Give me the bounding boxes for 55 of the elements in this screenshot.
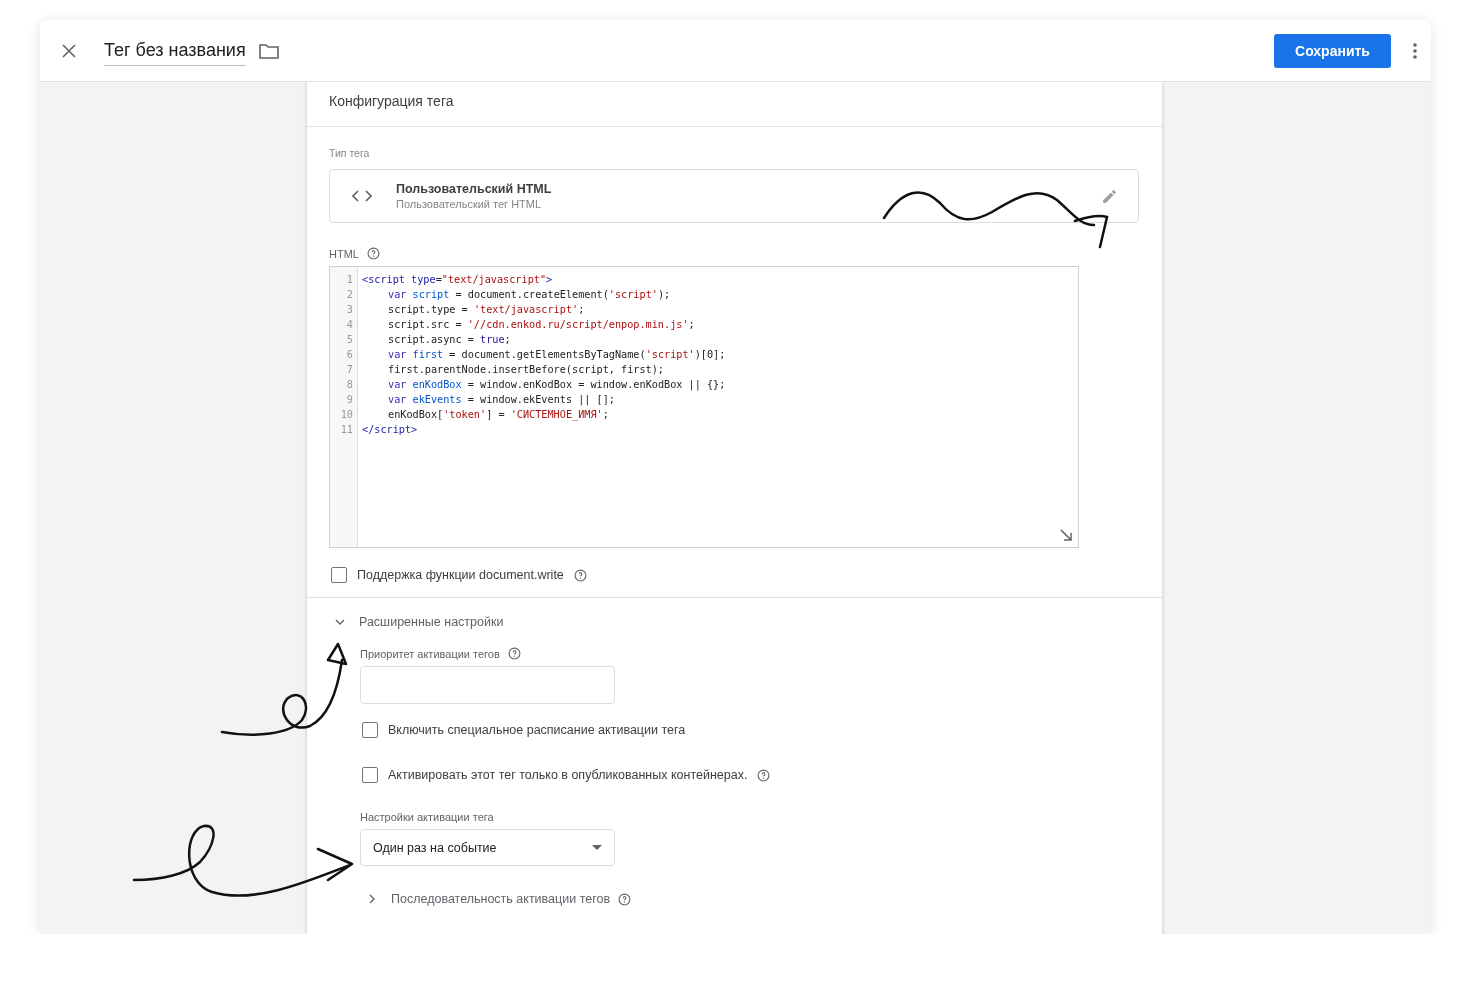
more-menu-icon[interactable]: [1413, 42, 1417, 59]
pencil-icon[interactable]: [1101, 187, 1118, 205]
help-icon[interactable]: [366, 247, 380, 260]
help-icon[interactable]: [757, 768, 771, 782]
code-line: var script = document.createElement('script');: [387, 288, 672, 302]
code-editor[interactable]: [329, 266, 1079, 548]
code-icon: [352, 190, 372, 202]
line-number: 7: [345, 363, 354, 377]
checkbox[interactable]: [362, 767, 378, 783]
checkbox-label: Включить специальное расписание активации тега: [388, 723, 686, 737]
code-line: enKodBox['token'] = 'СИСТЕМНОЕ_ИМЯ';: [387, 408, 610, 422]
line-number: 8: [345, 378, 354, 392]
code-line: var enKodBox = window.enKodBox = window.enKodBox || {};: [387, 378, 726, 392]
line-number: 11: [339, 423, 354, 437]
code-line: </script>: [362, 423, 419, 437]
line-number: 5: [345, 333, 354, 347]
code-line: var first = document.getElementsByTagName('script')[0];: [387, 348, 726, 362]
tag-name-field[interactable]: Тег без названия: [104, 39, 246, 66]
checkbox-label: Поддержка функции document.write: [357, 568, 564, 582]
resize-handle-icon[interactable]: [1060, 529, 1072, 541]
line-number: 9: [345, 393, 354, 407]
line-number: 1: [345, 273, 354, 287]
line-number: 4: [345, 318, 354, 332]
code-line: var ekEvents = window.ekEvents || [];: [387, 393, 616, 407]
checkbox-label: Активировать этот тег только в опубликованных контейнерах.: [388, 768, 748, 782]
help-icon[interactable]: [618, 892, 632, 906]
code-line: script.src = '//cdn.enkod.ru/script/enpop.min.js';: [387, 318, 696, 332]
section-title: Конфигурация тега: [307, 82, 1162, 127]
line-number: 2: [345, 288, 354, 302]
field-label: Настройки активации тега: [360, 811, 494, 823]
line-number: 6: [345, 348, 354, 362]
line-number: 3: [345, 303, 354, 317]
priority-input[interactable]: [360, 666, 615, 704]
code-line: first.parentNode.insertBefore(script, first);: [387, 363, 665, 377]
activation-select[interactable]: Один раз на событие: [360, 829, 615, 866]
code-line: script.async = true;: [387, 333, 512, 347]
close-button[interactable]: [62, 43, 76, 58]
sequence-toggle[interactable]: Последовательность активации тегов: [367, 892, 611, 906]
checkbox[interactable]: [362, 722, 378, 738]
tag-type-card[interactable]: Пользовательский HTML Пользовательский тег HTML: [329, 169, 1139, 223]
tag-type-name: Пользовательский HTML: [396, 182, 552, 196]
save-button[interactable]: Сохранить: [1274, 33, 1391, 68]
help-icon[interactable]: [573, 568, 587, 582]
checkbox[interactable]: [331, 567, 347, 583]
code-line: <script type="text/javascript">: [362, 273, 554, 287]
field-label: Тип тега: [329, 147, 371, 159]
advanced-settings-toggle[interactable]: Расширенные настройки: [335, 615, 504, 629]
tag-type-description: Пользовательский тег HTML: [396, 198, 543, 210]
line-number: 10: [339, 408, 354, 422]
field-label: Приоритет активации тегов: [360, 647, 500, 660]
field-label: HTML: [329, 247, 359, 260]
dropdown-caret-icon: [592, 845, 602, 850]
folder-icon[interactable]: [258, 42, 279, 59]
help-icon[interactable]: [507, 647, 521, 660]
code-line: script.type = 'text/javascript';: [387, 303, 586, 317]
